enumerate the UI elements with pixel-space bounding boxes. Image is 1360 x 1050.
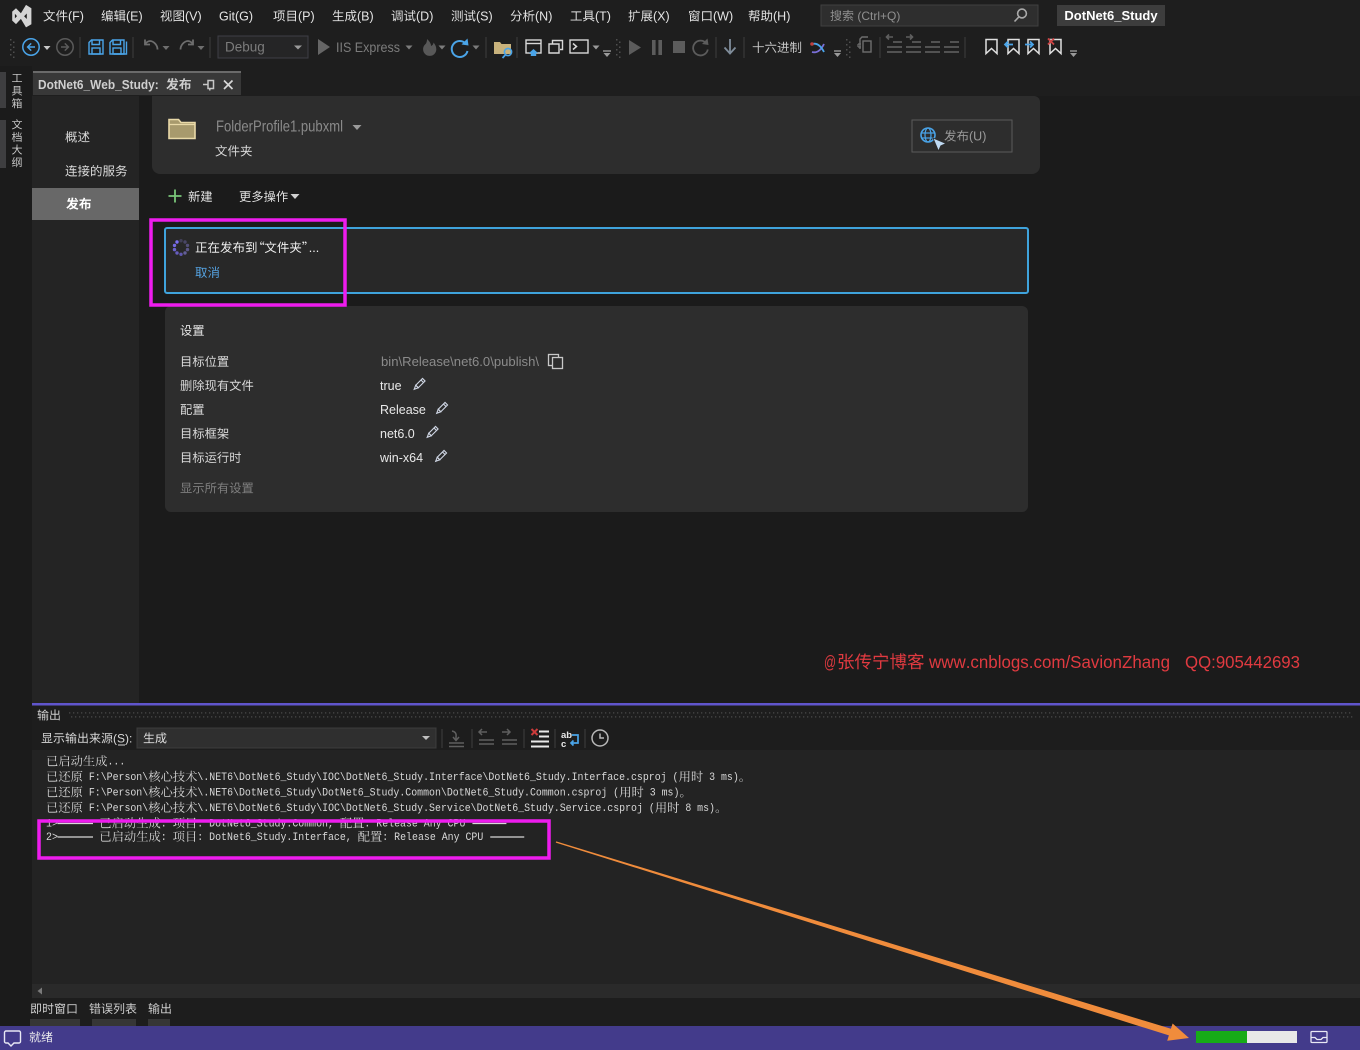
svg-text:...: ...: [309, 241, 319, 255]
svg-text:QQ:905442693: QQ:905442693: [1185, 652, 1300, 672]
svg-text:...: ...: [108, 757, 126, 769]
svg-text:3 ms): 3 ms): [703, 772, 739, 784]
svg-text:2>: 2>: [46, 832, 58, 844]
svg-text:F:\Person\: F:\Person\: [83, 788, 148, 800]
svg-text:(S): (S): [476, 10, 493, 24]
svg-text:(P): (P): [298, 10, 315, 24]
svg-text:: Release Any CPU: : Release Any CPU: [382, 832, 483, 844]
svg-text:(N): (N): [535, 10, 552, 24]
svg-text:Git(G): Git(G): [219, 10, 253, 24]
svg-text:: DotNet6_Study.Interface,: : DotNet6_Study.Interface,: [197, 832, 357, 844]
svg-text:DotNet6_Study: DotNet6_Study: [1064, 8, 1158, 23]
svg-text:\.NET6\DotNet6_Study\IOC\DotNe: \.NET6\DotNet6_Study\IOC\DotNet6_Study.I…: [197, 772, 678, 784]
svg-text:(S):: (S):: [113, 732, 132, 746]
svg-text:FolderProfile1.pubxml: FolderProfile1.pubxml: [216, 119, 343, 136]
svg-text:3 ms): 3 ms): [644, 788, 680, 800]
svg-text:Release: Release: [380, 403, 426, 417]
svg-text:www.cnblogs.com/SavionZhang: www.cnblogs.com/SavionZhang: [928, 652, 1170, 672]
svg-text:(F): (F): [68, 10, 84, 24]
svg-text:\.NET6\DotNet6_Study\IOC\DotNe: \.NET6\DotNet6_Study\IOC\DotNet6_Study.S…: [197, 803, 654, 815]
svg-text:(T): (T): [595, 10, 611, 24]
svg-text:(W): (W): [713, 10, 733, 24]
svg-text:(D): (D): [416, 10, 433, 24]
svg-text:F:\Person\: F:\Person\: [83, 772, 148, 784]
svg-text:8 ms): 8 ms): [679, 803, 715, 815]
svg-text:@: @: [824, 652, 836, 672]
svg-text:(B): (B): [357, 10, 374, 24]
svg-text:\.NET6\DotNet6_Study\DotNet6_S: \.NET6\DotNet6_Study\DotNet6_Study.Commo…: [197, 788, 619, 800]
svg-text:DotNet6_Web_Study:: DotNet6_Web_Study:: [38, 77, 162, 92]
svg-text:IIS Express: IIS Express: [336, 40, 400, 55]
svg-text:(E): (E): [126, 10, 143, 24]
svg-text:(U): (U): [969, 130, 986, 144]
svg-text:true: true: [380, 379, 402, 393]
svg-text:Debug: Debug: [225, 40, 265, 55]
svg-text:net6.0: net6.0: [380, 427, 415, 441]
svg-text:(X): (X): [653, 10, 670, 24]
svg-text::: :: [161, 832, 173, 844]
svg-text:F:\Person\: F:\Person\: [83, 803, 148, 815]
svg-text:(H): (H): [773, 10, 790, 24]
svg-text:win-x64: win-x64: [379, 451, 423, 465]
svg-text:(Ctrl+Q): (Ctrl+Q): [854, 9, 900, 23]
svg-text:(V): (V): [185, 10, 202, 24]
svg-text:bin\Release\net6.0\publish\: bin\Release\net6.0\publish\: [381, 355, 540, 369]
svg-text:c: c: [561, 739, 566, 750]
